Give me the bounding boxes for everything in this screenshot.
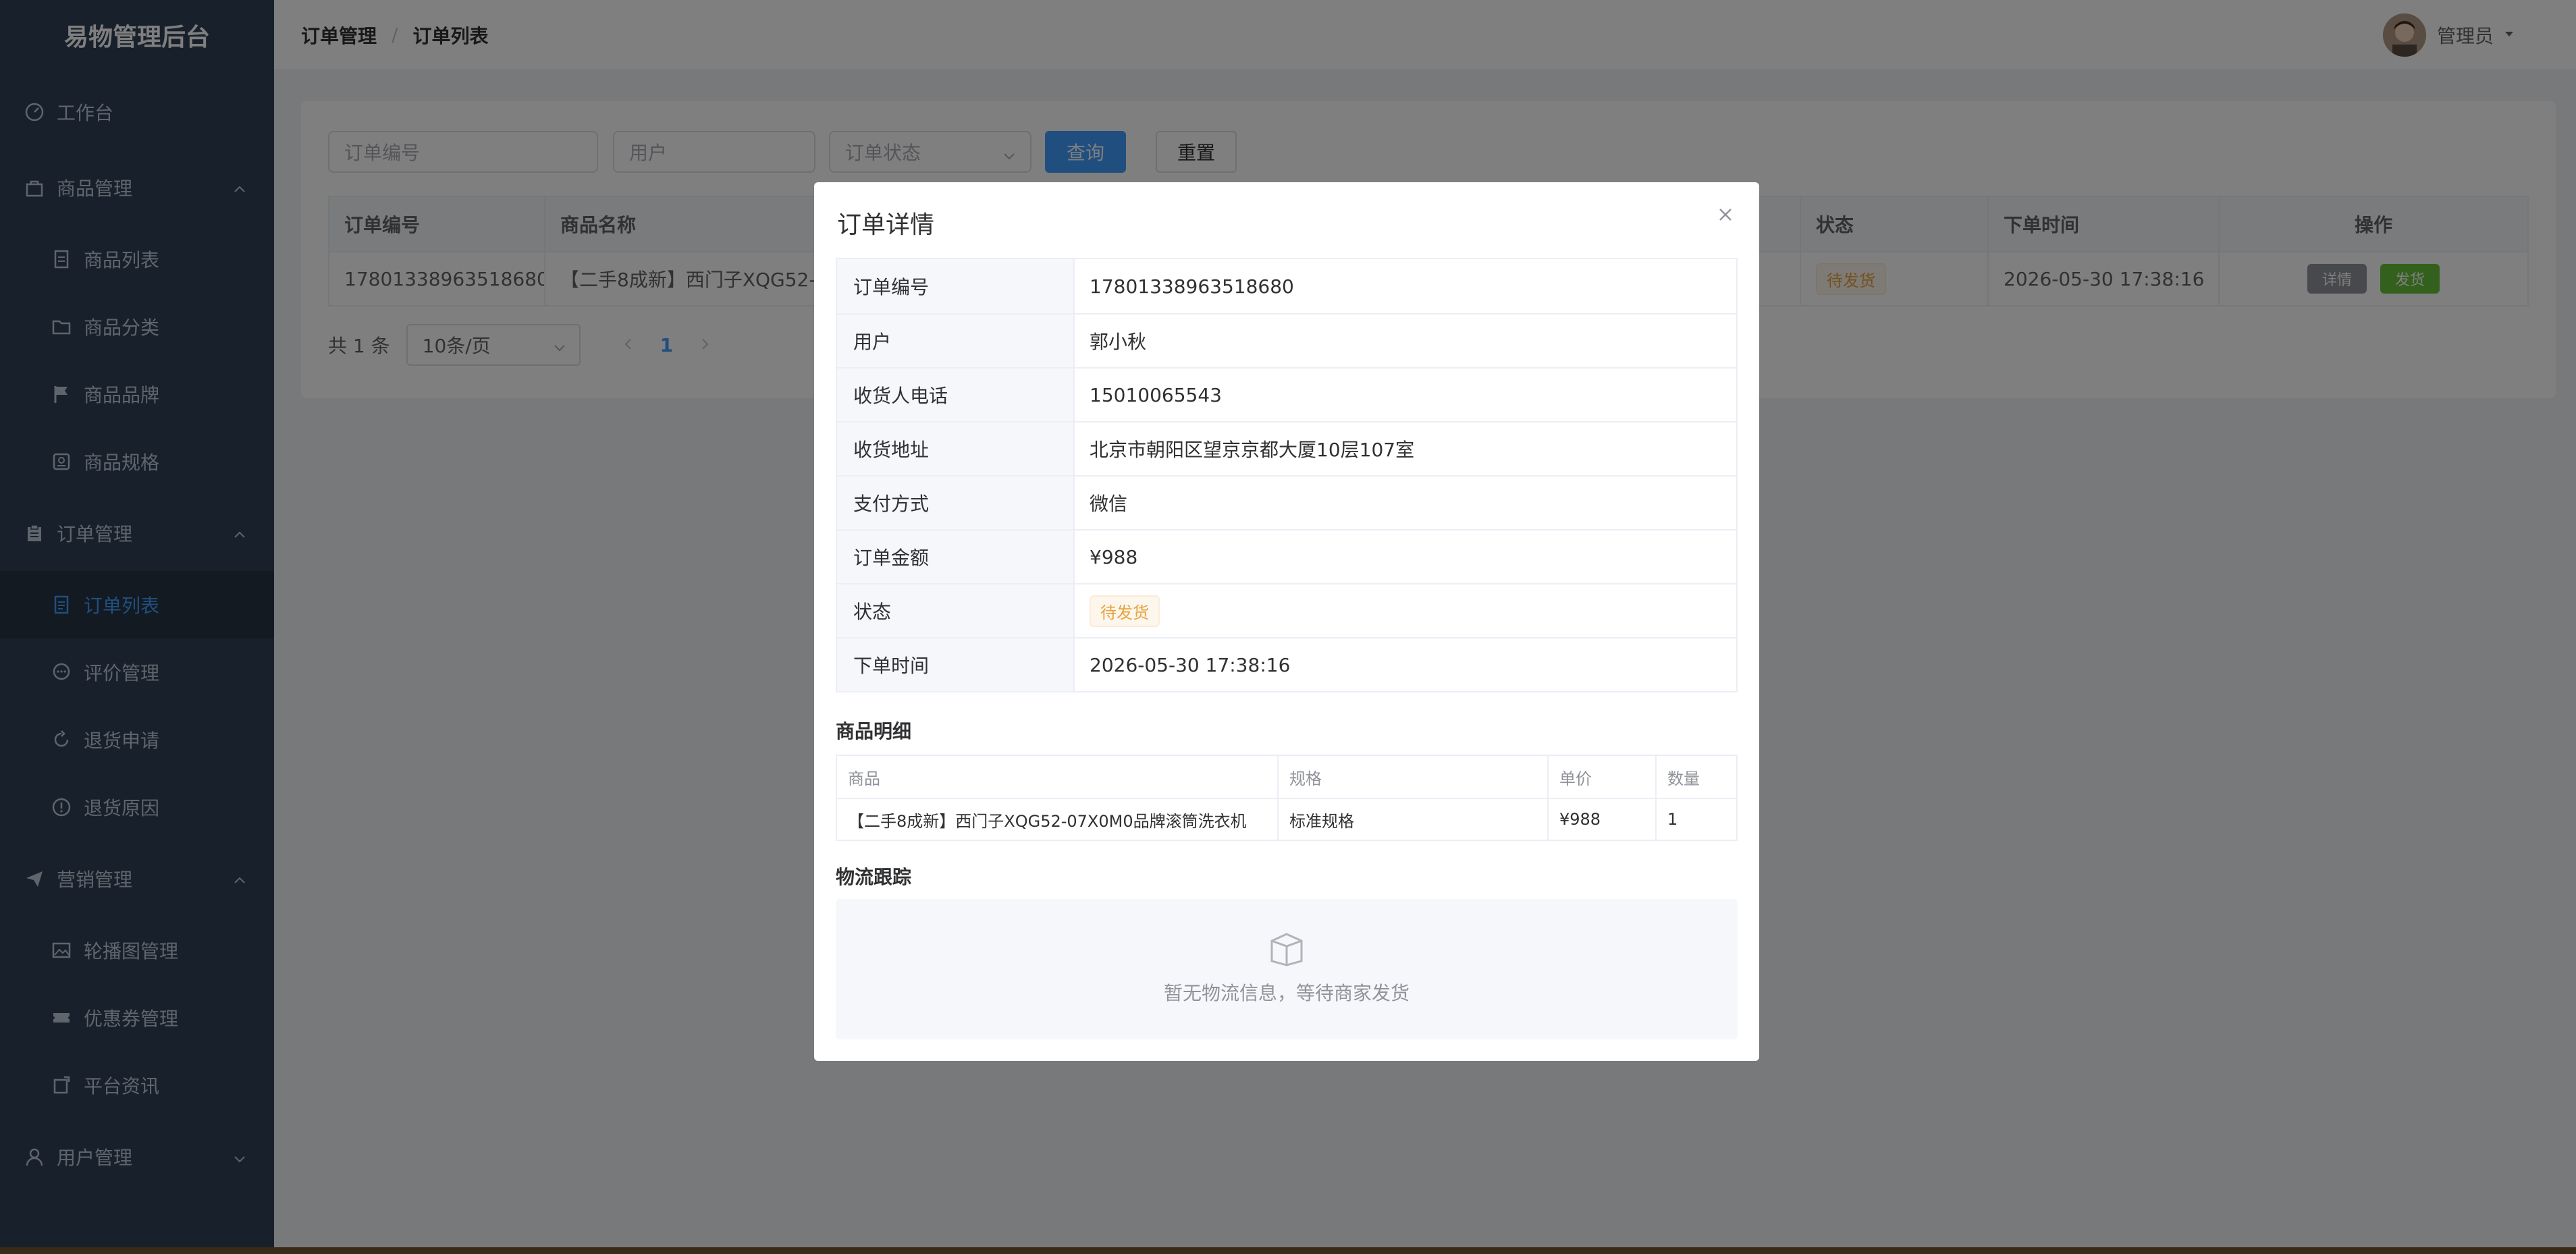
desc-value: 郭小秋: [1090, 331, 1147, 353]
col-item-spec: 规格: [1279, 756, 1549, 798]
order-descriptions: 订单编号 17801338963518680 用户 郭小秋 收货人电话 1501…: [836, 258, 1738, 692]
bottom-edge: [0, 1247, 2576, 1254]
desc-value: 15010065543: [1090, 383, 1222, 406]
cell-item-name: 【二手8成新】西门子XQG52-07X0M0品牌滚筒洗衣机: [837, 799, 1279, 840]
items-section-title: 商品明细: [836, 720, 912, 742]
desc-row-address: 收货地址 北京市朝阳区望京京都大厦10层107室: [837, 421, 1736, 475]
dialog-title: 订单详情: [837, 211, 935, 239]
col-item-qty: 数量: [1667, 769, 1700, 788]
desc-label: 下单时间: [837, 638, 1075, 691]
desc-label: 支付方式: [837, 476, 1075, 529]
desc-row-payment: 支付方式 微信: [837, 475, 1736, 529]
desc-label: 订单编号: [837, 259, 1075, 313]
order-detail-dialog: 订单详情 订单编号 17801338963518680 用户 郭小秋 收货人电话…: [814, 182, 1759, 1061]
desc-value: 17801338963518680: [1090, 275, 1294, 298]
desc-label: 状态: [837, 584, 1075, 637]
desc-label: 订单金额: [837, 530, 1075, 583]
col-item-price: 单价: [1549, 756, 1657, 798]
close-icon[interactable]: [1716, 205, 1735, 224]
desc-row-time: 下单时间 2026-05-30 17:38:16: [837, 637, 1736, 691]
box-icon: [1268, 931, 1306, 969]
desc-label: 收货地址: [837, 422, 1075, 475]
cell-item-spec: 标准规格: [1279, 799, 1549, 840]
desc-value: ¥988: [1090, 545, 1138, 568]
logistics-section-title: 物流跟踪: [836, 866, 912, 888]
desc-row-user: 用户 郭小秋: [837, 313, 1736, 367]
desc-row-amount: 订单金额 ¥988: [837, 529, 1736, 583]
logistics-empty-box: 暂无物流信息，等待商家发货: [836, 899, 1738, 1039]
desc-value: 2026-05-30 17:38:16: [1090, 653, 1291, 676]
cell-item-price: ¥988: [1549, 799, 1657, 840]
items-table-header: 商品 规格 单价 数量: [837, 756, 1736, 798]
desc-value: 北京市朝阳区望京京都大厦10层107室: [1090, 439, 1415, 461]
table-row: 【二手8成新】西门子XQG52-07X0M0品牌滚筒洗衣机 标准规格 ¥988 …: [837, 798, 1736, 840]
desc-value: 待发货: [1075, 584, 1736, 637]
logistics-empty-text: 暂无物流信息，等待商家发货: [1163, 982, 1410, 1004]
desc-row-status: 状态 待发货: [837, 583, 1736, 637]
cell-item-qty: 1: [1667, 810, 1678, 829]
status-badge: 待发货: [1090, 595, 1160, 627]
desc-row-phone: 收货人电话 15010065543: [837, 367, 1736, 421]
desc-label: 收货人电话: [837, 369, 1075, 421]
desc-row-order-no: 订单编号 17801338963518680: [837, 259, 1736, 313]
items-table: 商品 规格 单价 数量 【二手8成新】西门子XQG52-07X0M0品牌滚筒洗衣…: [836, 755, 1738, 841]
desc-label: 用户: [837, 315, 1075, 367]
col-item-name: 商品: [837, 756, 1279, 798]
desc-value: 微信: [1090, 493, 1128, 515]
